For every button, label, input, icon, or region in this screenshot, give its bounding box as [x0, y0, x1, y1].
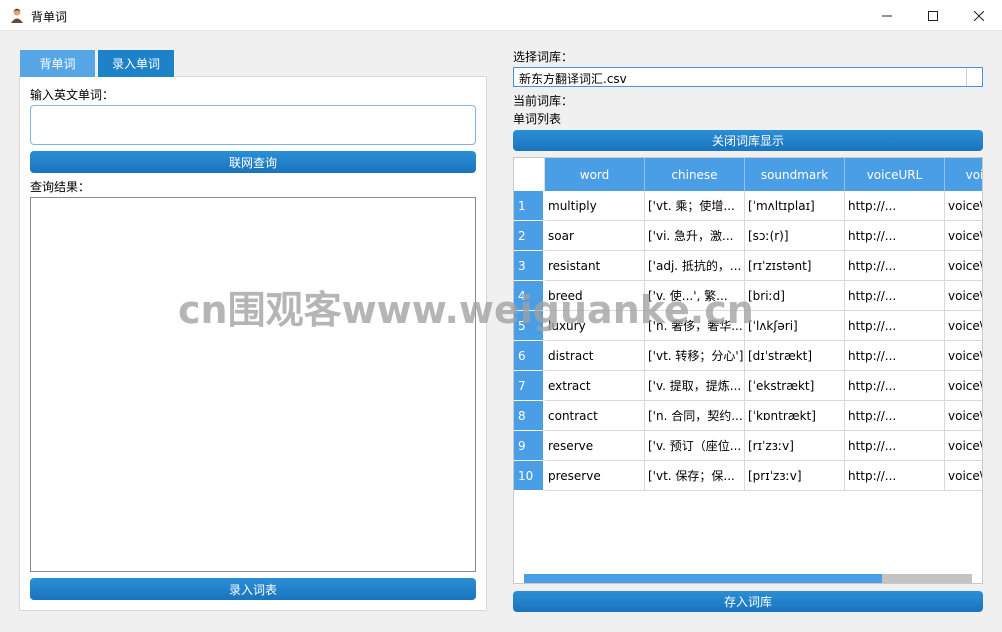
table-cell[interactable]: ['v. 提取，提炼...: [645, 371, 745, 401]
table-cell[interactable]: http://...: [845, 221, 945, 251]
row-number[interactable]: 1: [514, 191, 543, 220]
table-cell[interactable]: voice\: [945, 461, 982, 491]
row-number[interactable]: 7: [514, 371, 543, 400]
minimize-icon: [882, 15, 892, 16]
close-library-display-button[interactable]: 关闭词库显示: [513, 130, 983, 151]
table-cell[interactable]: ['vt. 保存；保...: [645, 461, 745, 491]
dropdown-arrow-icon[interactable]: [966, 68, 982, 86]
select-library-label: 选择词库：: [513, 50, 574, 64]
table-cell[interactable]: http://...: [845, 461, 945, 491]
close-button[interactable]: [956, 0, 1002, 31]
maximize-icon: [928, 10, 938, 21]
table-cell[interactable]: multiply: [545, 191, 645, 221]
table-cell[interactable]: distract: [545, 341, 645, 371]
table-row[interactable]: 9 reserve ['v. 预订（座位... [rɪˈzɜːv] http://...…: [514, 431, 982, 461]
english-word-input[interactable]: [30, 105, 476, 145]
table-cell[interactable]: [dɪˈstrækt]: [745, 341, 845, 371]
table-row[interactable]: 6 distract ['vt. 转移；分心'] [dɪˈstrækt] http://…: [514, 341, 982, 371]
table-cell[interactable]: voice\: [945, 341, 982, 371]
table-cell[interactable]: voice\: [945, 371, 982, 401]
table-row[interactable]: 2 soar ['vi. 急升，激... [sɔː(r)] http://... voic…: [514, 221, 982, 251]
library-select-value: 新东方翻译词汇.csv: [519, 72, 627, 86]
table-cell[interactable]: contract: [545, 401, 645, 431]
window-title: 背单词: [31, 10, 68, 24]
table-row[interactable]: 10 preserve ['vt. 保存；保... [prɪˈzɜːv] http://…: [514, 461, 982, 491]
table-cell[interactable]: ['vt. 乘；使增...: [645, 191, 745, 221]
table-cell[interactable]: http://...: [845, 311, 945, 341]
table-cell[interactable]: ['vt. 转移；分心']: [645, 341, 745, 371]
table-cell[interactable]: [rɪˈzɪstənt]: [745, 251, 845, 281]
tab-record-words[interactable]: 录入单词: [98, 50, 174, 77]
horizontal-scrollbar[interactable]: [524, 574, 972, 583]
table-cell[interactable]: reserve: [545, 431, 645, 461]
table-cell[interactable]: voice\: [945, 251, 982, 281]
column-header[interactable]: voi: [945, 158, 982, 191]
save-to-library-button[interactable]: 存入词库: [513, 591, 983, 612]
table-cell[interactable]: http://...: [845, 431, 945, 461]
table-cell[interactable]: voice\: [945, 401, 982, 431]
table-cell[interactable]: ['n. 合同，契约...: [645, 401, 745, 431]
table-row[interactable]: 7 extract ['v. 提取，提炼... [ˈekstrækt] http://.…: [514, 371, 982, 401]
table-row[interactable]: 8 contract ['n. 合同，契约... [ˈkɒntrækt] http://…: [514, 401, 982, 431]
scrollbar-thumb[interactable]: [524, 574, 882, 583]
table-cell[interactable]: extract: [545, 371, 645, 401]
column-header[interactable]: voiceURL: [845, 158, 945, 191]
title-bar: 背单词: [0, 0, 1002, 31]
column-header[interactable]: chinese: [645, 158, 745, 191]
table-cell[interactable]: http://...: [845, 371, 945, 401]
watermark: cn围观客www.weiguanke.cn: [178, 288, 754, 332]
column-header[interactable]: soundmark: [745, 158, 845, 191]
row-number[interactable]: 8: [514, 401, 543, 430]
row-number[interactable]: 3: [514, 251, 543, 280]
result-label: 查询结果：: [30, 180, 91, 194]
table-cell[interactable]: voice\: [945, 311, 982, 341]
table-cell[interactable]: http://...: [845, 341, 945, 371]
table-cell[interactable]: voice\: [945, 221, 982, 251]
table-cell[interactable]: preserve: [545, 461, 645, 491]
table-cell[interactable]: [briːd]: [745, 281, 845, 311]
table-cell[interactable]: [ˈmʌltɪplaɪ]: [745, 191, 845, 221]
query-result-area[interactable]: [30, 197, 476, 572]
row-number[interactable]: 6: [514, 341, 543, 370]
maximize-button[interactable]: [910, 0, 956, 31]
row-number[interactable]: 2: [514, 221, 543, 250]
row-number[interactable]: 10: [514, 461, 543, 490]
column-header[interactable]: word: [545, 158, 645, 191]
table-cell[interactable]: ['adj. 抵抗的，...: [645, 251, 745, 281]
table-row[interactable]: 1 multiply ['vt. 乘；使增... [ˈmʌltɪplaɪ] http:/…: [514, 191, 982, 221]
minimize-button[interactable]: [864, 0, 910, 31]
table-cell[interactable]: [ˈkɒntrækt]: [745, 401, 845, 431]
table-cell[interactable]: voice\: [945, 431, 982, 461]
library-select[interactable]: 新东方翻译词汇.csv: [513, 67, 983, 87]
table-cell[interactable]: voice\: [945, 191, 982, 221]
close-icon: [974, 10, 984, 21]
table-cell[interactable]: soar: [545, 221, 645, 251]
table-cell[interactable]: http://...: [845, 191, 945, 221]
table-cell[interactable]: [sɔː(r)]: [745, 221, 845, 251]
table-cell[interactable]: [ˈekstrækt]: [745, 371, 845, 401]
word-list-label: 单词列表: [513, 112, 562, 126]
table-cell[interactable]: resistant: [545, 251, 645, 281]
record-to-list-button[interactable]: 录入词表: [30, 578, 476, 600]
table-row[interactable]: 3 resistant ['adj. 抵抗的，... [rɪˈzɪstənt] http…: [514, 251, 982, 281]
table-cell[interactable]: ['v. 预订（座位...: [645, 431, 745, 461]
table-cell[interactable]: http://...: [845, 281, 945, 311]
table-cell[interactable]: http://...: [845, 401, 945, 431]
row-number[interactable]: 9: [514, 431, 543, 460]
table-cell[interactable]: [ˈlʌkʃəri]: [745, 311, 845, 341]
tab-memorize[interactable]: 背单词: [20, 50, 95, 77]
table-cell[interactable]: voice\: [945, 281, 982, 311]
table-cell[interactable]: [rɪˈzɜːv]: [745, 431, 845, 461]
table-cell[interactable]: http://...: [845, 251, 945, 281]
current-library-label: 当前词库：: [513, 94, 574, 108]
table-corner: [514, 158, 545, 191]
table-cell[interactable]: [prɪˈzɜːv]: [745, 461, 845, 491]
word-table[interactable]: word chinese soundmark voiceURL voi 1 multipl…: [513, 157, 983, 584]
table-cell[interactable]: ['vi. 急升，激...: [645, 221, 745, 251]
online-query-button[interactable]: 联网查询: [30, 151, 476, 173]
app-avatar-icon: [11, 8, 23, 23]
input-label: 输入英文单词：: [30, 88, 115, 102]
